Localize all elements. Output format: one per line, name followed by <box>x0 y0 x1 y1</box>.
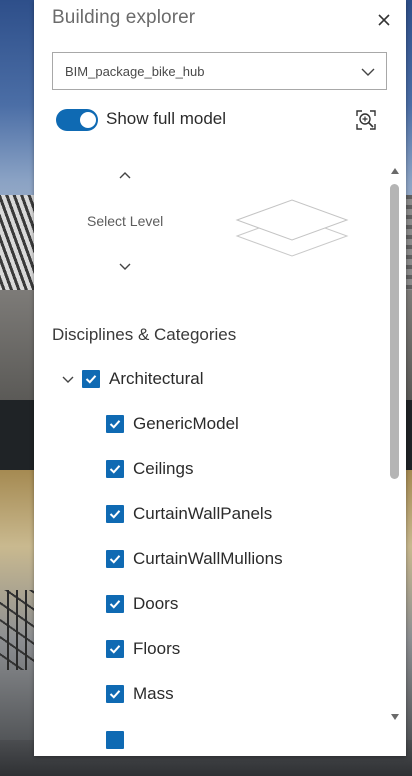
scroll-up-arrow-icon[interactable] <box>390 166 400 176</box>
checkmark-icon <box>109 510 121 519</box>
category-label: Ceilings <box>133 459 194 478</box>
checkbox[interactable] <box>106 505 124 523</box>
select-level-label: Select Level <box>87 213 164 229</box>
close-icon <box>378 14 390 26</box>
category-label: CurtainWallMullions <box>133 549 283 568</box>
checkbox[interactable] <box>106 731 124 749</box>
tree-row-category[interactable]: CurtainWallPanels <box>106 502 272 526</box>
scrollbar-thumb[interactable] <box>390 184 399 479</box>
tree-row-category[interactable]: Floors <box>106 637 180 661</box>
category-label: Mass <box>133 684 174 703</box>
checkmark-icon <box>109 645 121 654</box>
chevron-up-icon[interactable] <box>116 166 134 184</box>
floor-levels-graphic[interactable] <box>234 190 354 262</box>
chevron-down-icon[interactable] <box>60 371 76 387</box>
checkmark-icon <box>85 375 97 384</box>
building-explorer-panel: Building explorer BIM_package_bike_hub S… <box>34 0 406 756</box>
checkmark-icon <box>109 690 121 699</box>
tree-row-category-partial[interactable] <box>106 728 124 752</box>
checkbox[interactable] <box>106 640 124 658</box>
chevron-down-icon[interactable] <box>116 258 134 276</box>
panel-scroll-area[interactable]: Select Level Disciplines & Categories Ar… <box>34 150 406 756</box>
checkbox-architectural[interactable] <box>82 370 100 388</box>
tree-row-architectural[interactable]: Architectural <box>60 367 203 391</box>
tree-row-category[interactable]: CurtainWallMullions <box>106 547 283 571</box>
checkbox[interactable] <box>106 550 124 568</box>
show-full-model-label: Show full model <box>106 109 227 128</box>
checkmark-icon <box>109 420 121 429</box>
chevron-down-icon <box>361 68 375 76</box>
category-label: Floors <box>133 639 181 658</box>
category-label: GenericModel <box>133 414 239 433</box>
checkmark-icon <box>109 600 121 609</box>
category-label: Doors <box>133 594 179 613</box>
panel-title: Building explorer <box>52 7 196 28</box>
scroll-down-arrow-icon[interactable] <box>390 712 400 722</box>
checkbox[interactable] <box>106 595 124 613</box>
checkbox[interactable] <box>106 460 124 478</box>
tree-row-category[interactable]: Mass <box>106 682 174 706</box>
tree-row-label: Architectural <box>109 369 204 388</box>
checkmark-icon <box>109 555 121 564</box>
checkbox[interactable] <box>106 415 124 433</box>
close-button[interactable] <box>372 8 396 32</box>
category-label: CurtainWallPanels <box>133 504 273 523</box>
checkmark-icon <box>109 465 121 474</box>
tree-row-category[interactable]: Doors <box>106 592 178 616</box>
disciplines-heading: Disciplines & Categories <box>52 325 237 344</box>
toggle-knob <box>80 112 96 128</box>
zoom-to-icon[interactable] <box>354 108 378 132</box>
tree-row-category[interactable]: Ceilings <box>106 457 193 481</box>
tree-row-category[interactable]: GenericModel <box>106 412 239 436</box>
panel-scrollbar[interactable] <box>388 164 402 726</box>
layer-select[interactable]: BIM_package_bike_hub <box>52 52 387 90</box>
layer-select-value: BIM_package_bike_hub <box>65 63 205 79</box>
show-full-model-toggle[interactable] <box>56 109 98 131</box>
checkbox[interactable] <box>106 685 124 703</box>
